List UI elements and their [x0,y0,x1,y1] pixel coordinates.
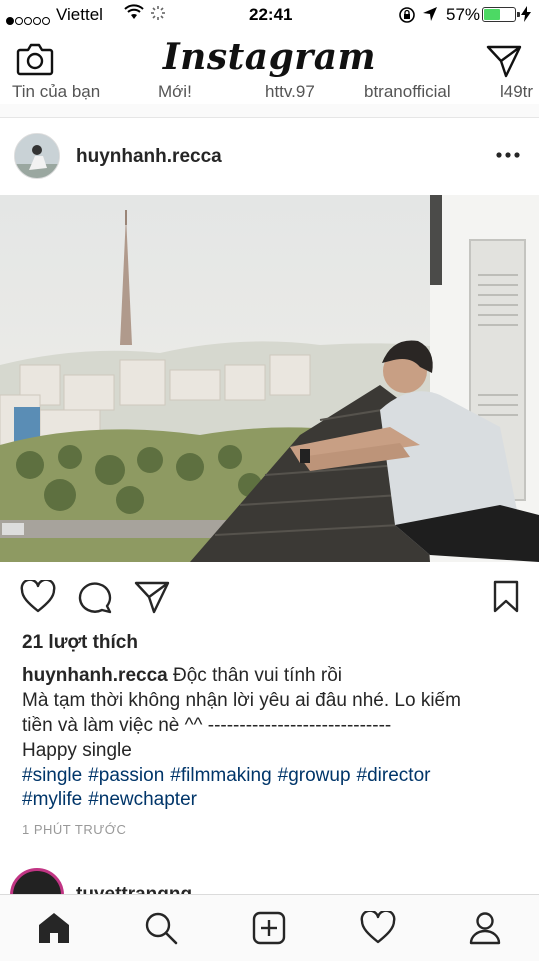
caption-line-1: huynhanh.recca Độc thân vui tính rồi [22,663,522,688]
likes-count[interactable]: 21 lượt thích [22,632,138,654]
carrier-label: Viettel [56,5,103,24]
battery-icon [482,7,520,22]
comment-icon[interactable] [78,580,114,619]
post-username[interactable]: huynhanh.recca [76,146,222,168]
story-item[interactable]: l49tr [500,84,533,102]
hashtag-link[interactable]: #single [22,765,82,786]
hashtags-line-1: #single #passion #filmmaking #growup #direct… [22,764,522,788]
post-timestamp: 1 PHÚT TRƯỚC [22,822,127,837]
avatar[interactable] [14,133,60,179]
caption-username[interactable]: huynhanh.recca [22,665,168,686]
hashtag-link[interactable]: #filmmaking [170,765,271,786]
clock: 22:41 [249,5,293,24]
post-image[interactable] [0,195,539,562]
add-icon[interactable] [252,911,286,950]
bookmark-icon[interactable] [492,580,520,619]
caption-line-2: Mà tạm thời không nhận lời yêu ai đâu nh… [22,690,461,711]
story-item[interactable]: Mới! [158,84,192,102]
charging-icon [521,6,531,27]
hashtag-link[interactable]: #director [357,765,431,786]
hashtag-link[interactable]: #growup [278,765,351,786]
hashtag-link[interactable]: #passion [88,765,164,786]
direct-message-icon[interactable] [486,44,522,83]
battery-fill [484,9,501,20]
location-icon [422,6,438,27]
hashtags-line-2: #mylife #newchapter [22,788,522,812]
search-icon[interactable] [144,911,178,950]
app-logo: Instagram [162,36,377,78]
orientation-lock-icon [398,6,416,29]
story-item[interactable]: httv.97 [265,84,315,102]
story-item[interactable]: Tin của bạn [12,84,100,102]
battery-percent: 57% [446,5,481,24]
hashtag-link[interactable]: #newchapter [88,789,197,810]
home-icon[interactable] [36,911,72,950]
activity-icon[interactable] [360,909,396,950]
top-nav: Instagram [0,30,539,92]
like-heart-icon[interactable] [20,578,56,619]
bottom-tab-bar [0,894,539,961]
loading-spinner-icon [150,5,166,26]
hashtag-link[interactable]: #mylife [22,789,82,810]
status-bar: Viettel 22:41 57% [0,0,539,30]
stories-tray[interactable]: Tin của bạn Mới! httv.97 btranofficial l… [0,84,539,105]
profile-icon[interactable] [468,911,502,950]
more-options-icon[interactable] [496,146,520,164]
caption-text: Độc thân vui tính rồi [173,665,342,686]
caption-line-4: Happy single [22,740,132,761]
wifi-icon [124,4,144,25]
feed-divider [0,104,539,118]
story-item[interactable]: btranofficial [364,84,451,102]
share-icon[interactable] [134,580,170,619]
caption-line-3: tiền và làm việc nè ^^ -----------------… [22,715,392,736]
signal-strength-icon [6,10,51,30]
